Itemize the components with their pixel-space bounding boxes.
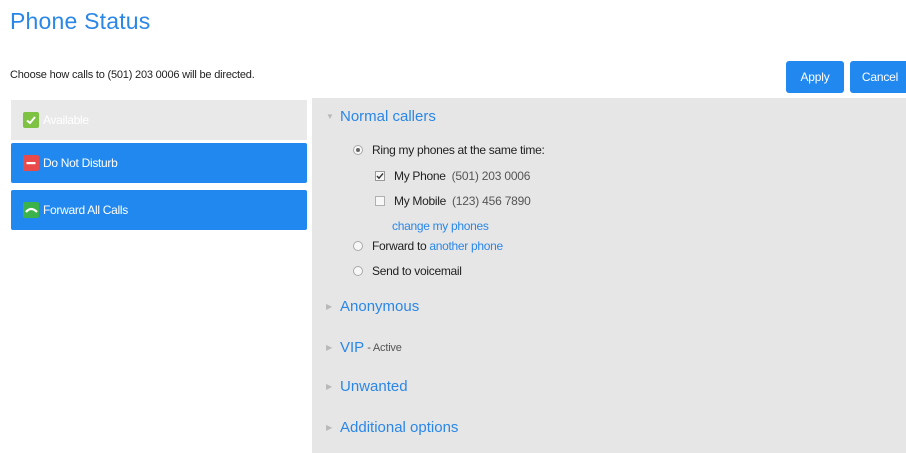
- status-available-label: Available: [43, 113, 89, 127]
- check-icon: [23, 112, 39, 128]
- forward-radio[interactable]: [353, 241, 363, 251]
- section-additional-title: Additional options: [340, 419, 459, 436]
- forward-label: Forward to: [372, 239, 427, 253]
- apply-button[interactable]: Apply: [786, 61, 844, 93]
- section-normal-callers-title: Normal callers: [340, 108, 436, 125]
- page-description: Choose how calls to (501) 203 0006 will …: [10, 69, 255, 81]
- status-list: Available Do Not Disturb Forward All Cal…: [10, 98, 308, 453]
- section-anonymous-title: Anonymous: [340, 298, 420, 315]
- my-mobile-checkbox[interactable]: [375, 196, 385, 206]
- section-additional-options[interactable]: ▶ Additional options: [326, 419, 458, 436]
- collapsed-arrow-icon: ▶: [326, 423, 333, 432]
- phone-my-mobile[interactable]: My Mobile (123) 456 7890: [375, 194, 531, 208]
- option-forward[interactable]: Forward to another phone: [353, 239, 503, 253]
- status-forward-all-calls[interactable]: Forward All Calls: [11, 190, 307, 230]
- option-ring-phones[interactable]: Ring my phones at the same time:: [353, 143, 545, 157]
- page-title: Phone Status: [10, 8, 151, 34]
- section-anonymous[interactable]: ▶ Anonymous: [326, 298, 419, 315]
- collapsed-arrow-icon: ▶: [326, 382, 333, 391]
- phone-my-phone[interactable]: My Phone (501) 203 0006: [375, 169, 530, 183]
- ring-label: Ring my phones at the same time:: [372, 143, 545, 157]
- phone-number: (501) 203 0006: [451, 169, 531, 183]
- my-phone-checkbox[interactable]: [375, 171, 385, 181]
- section-normal-callers[interactable]: ▼ Normal callers: [326, 108, 436, 125]
- phone-number: (123) 456 7890: [451, 194, 531, 208]
- section-vip-status: - Active: [367, 341, 402, 354]
- voicemail-radio[interactable]: [353, 266, 363, 276]
- section-vip[interactable]: ▶ VIP - Active: [326, 339, 402, 356]
- another-phone-link[interactable]: another phone: [429, 239, 503, 253]
- phone-name: My Phone: [394, 169, 446, 183]
- collapsed-arrow-icon: ▶: [326, 343, 333, 352]
- option-voicemail[interactable]: Send to voicemail: [353, 264, 462, 278]
- status-do-not-disturb[interactable]: Do Not Disturb: [11, 143, 307, 183]
- section-unwanted-title: Unwanted: [340, 378, 408, 395]
- status-available[interactable]: Available: [11, 100, 307, 140]
- forward-call-icon: [23, 202, 39, 218]
- section-vip-title: VIP: [340, 339, 365, 356]
- collapsed-arrow-icon: ▶: [326, 302, 333, 311]
- ring-radio[interactable]: [353, 145, 363, 155]
- change-my-phones-link[interactable]: change my phones: [392, 219, 489, 233]
- section-unwanted[interactable]: ▶ Unwanted: [326, 378, 408, 395]
- voicemail-label: Send to voicemail: [372, 264, 462, 278]
- phone-name: My Mobile: [394, 194, 446, 208]
- expanded-arrow-icon: ▼: [326, 112, 334, 121]
- status-settings-panel: ▼ Normal callers Ring my phones at the s…: [312, 98, 906, 453]
- do-not-disturb-icon: [23, 155, 39, 171]
- status-dnd-label: Do Not Disturb: [43, 156, 118, 170]
- cancel-button[interactable]: Cancel: [850, 61, 906, 93]
- status-forward-label: Forward All Calls: [43, 203, 128, 217]
